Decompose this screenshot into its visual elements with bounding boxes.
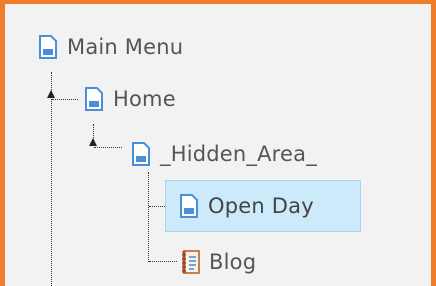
tree-node-label: Blog bbox=[209, 250, 257, 274]
expand-arrow-icon bbox=[47, 90, 55, 98]
page-icon bbox=[132, 142, 150, 166]
tree-connector-hidden-children bbox=[148, 172, 149, 262]
tree-node-home[interactable]: Home bbox=[85, 79, 176, 119]
tree-node-main-menu[interactable]: Main Menu bbox=[39, 27, 183, 67]
tree-node-label: Open Day bbox=[208, 194, 314, 218]
tree-node-hidden-area[interactable]: _Hidden_Area_ bbox=[132, 134, 317, 174]
tree-node-open-day[interactable]: Open Day bbox=[165, 180, 361, 232]
page-tree: Main Menu Home _Hidden_Area_ Open Day Bl… bbox=[5, 4, 431, 286]
tree-connector-root bbox=[51, 72, 52, 286]
tree-node-label: Main Menu bbox=[67, 35, 184, 59]
tree-connector-hidden-area bbox=[94, 147, 122, 148]
tree-node-label: _Hidden_Area_ bbox=[160, 142, 317, 166]
tree-connector-open-day bbox=[149, 206, 165, 207]
blog-notebook-icon bbox=[181, 250, 200, 274]
tree-connector-blog bbox=[149, 261, 177, 262]
tree-connector-home bbox=[52, 99, 78, 100]
page-icon bbox=[39, 35, 57, 59]
tree-node-blog[interactable]: Blog bbox=[181, 242, 256, 282]
tree-node-label: Home bbox=[113, 87, 176, 111]
expand-arrow-icon bbox=[89, 138, 97, 146]
page-tree-panel: Main Menu Home _Hidden_Area_ Open Day Bl… bbox=[0, 0, 436, 286]
page-icon bbox=[180, 194, 198, 218]
page-icon bbox=[85, 87, 103, 111]
